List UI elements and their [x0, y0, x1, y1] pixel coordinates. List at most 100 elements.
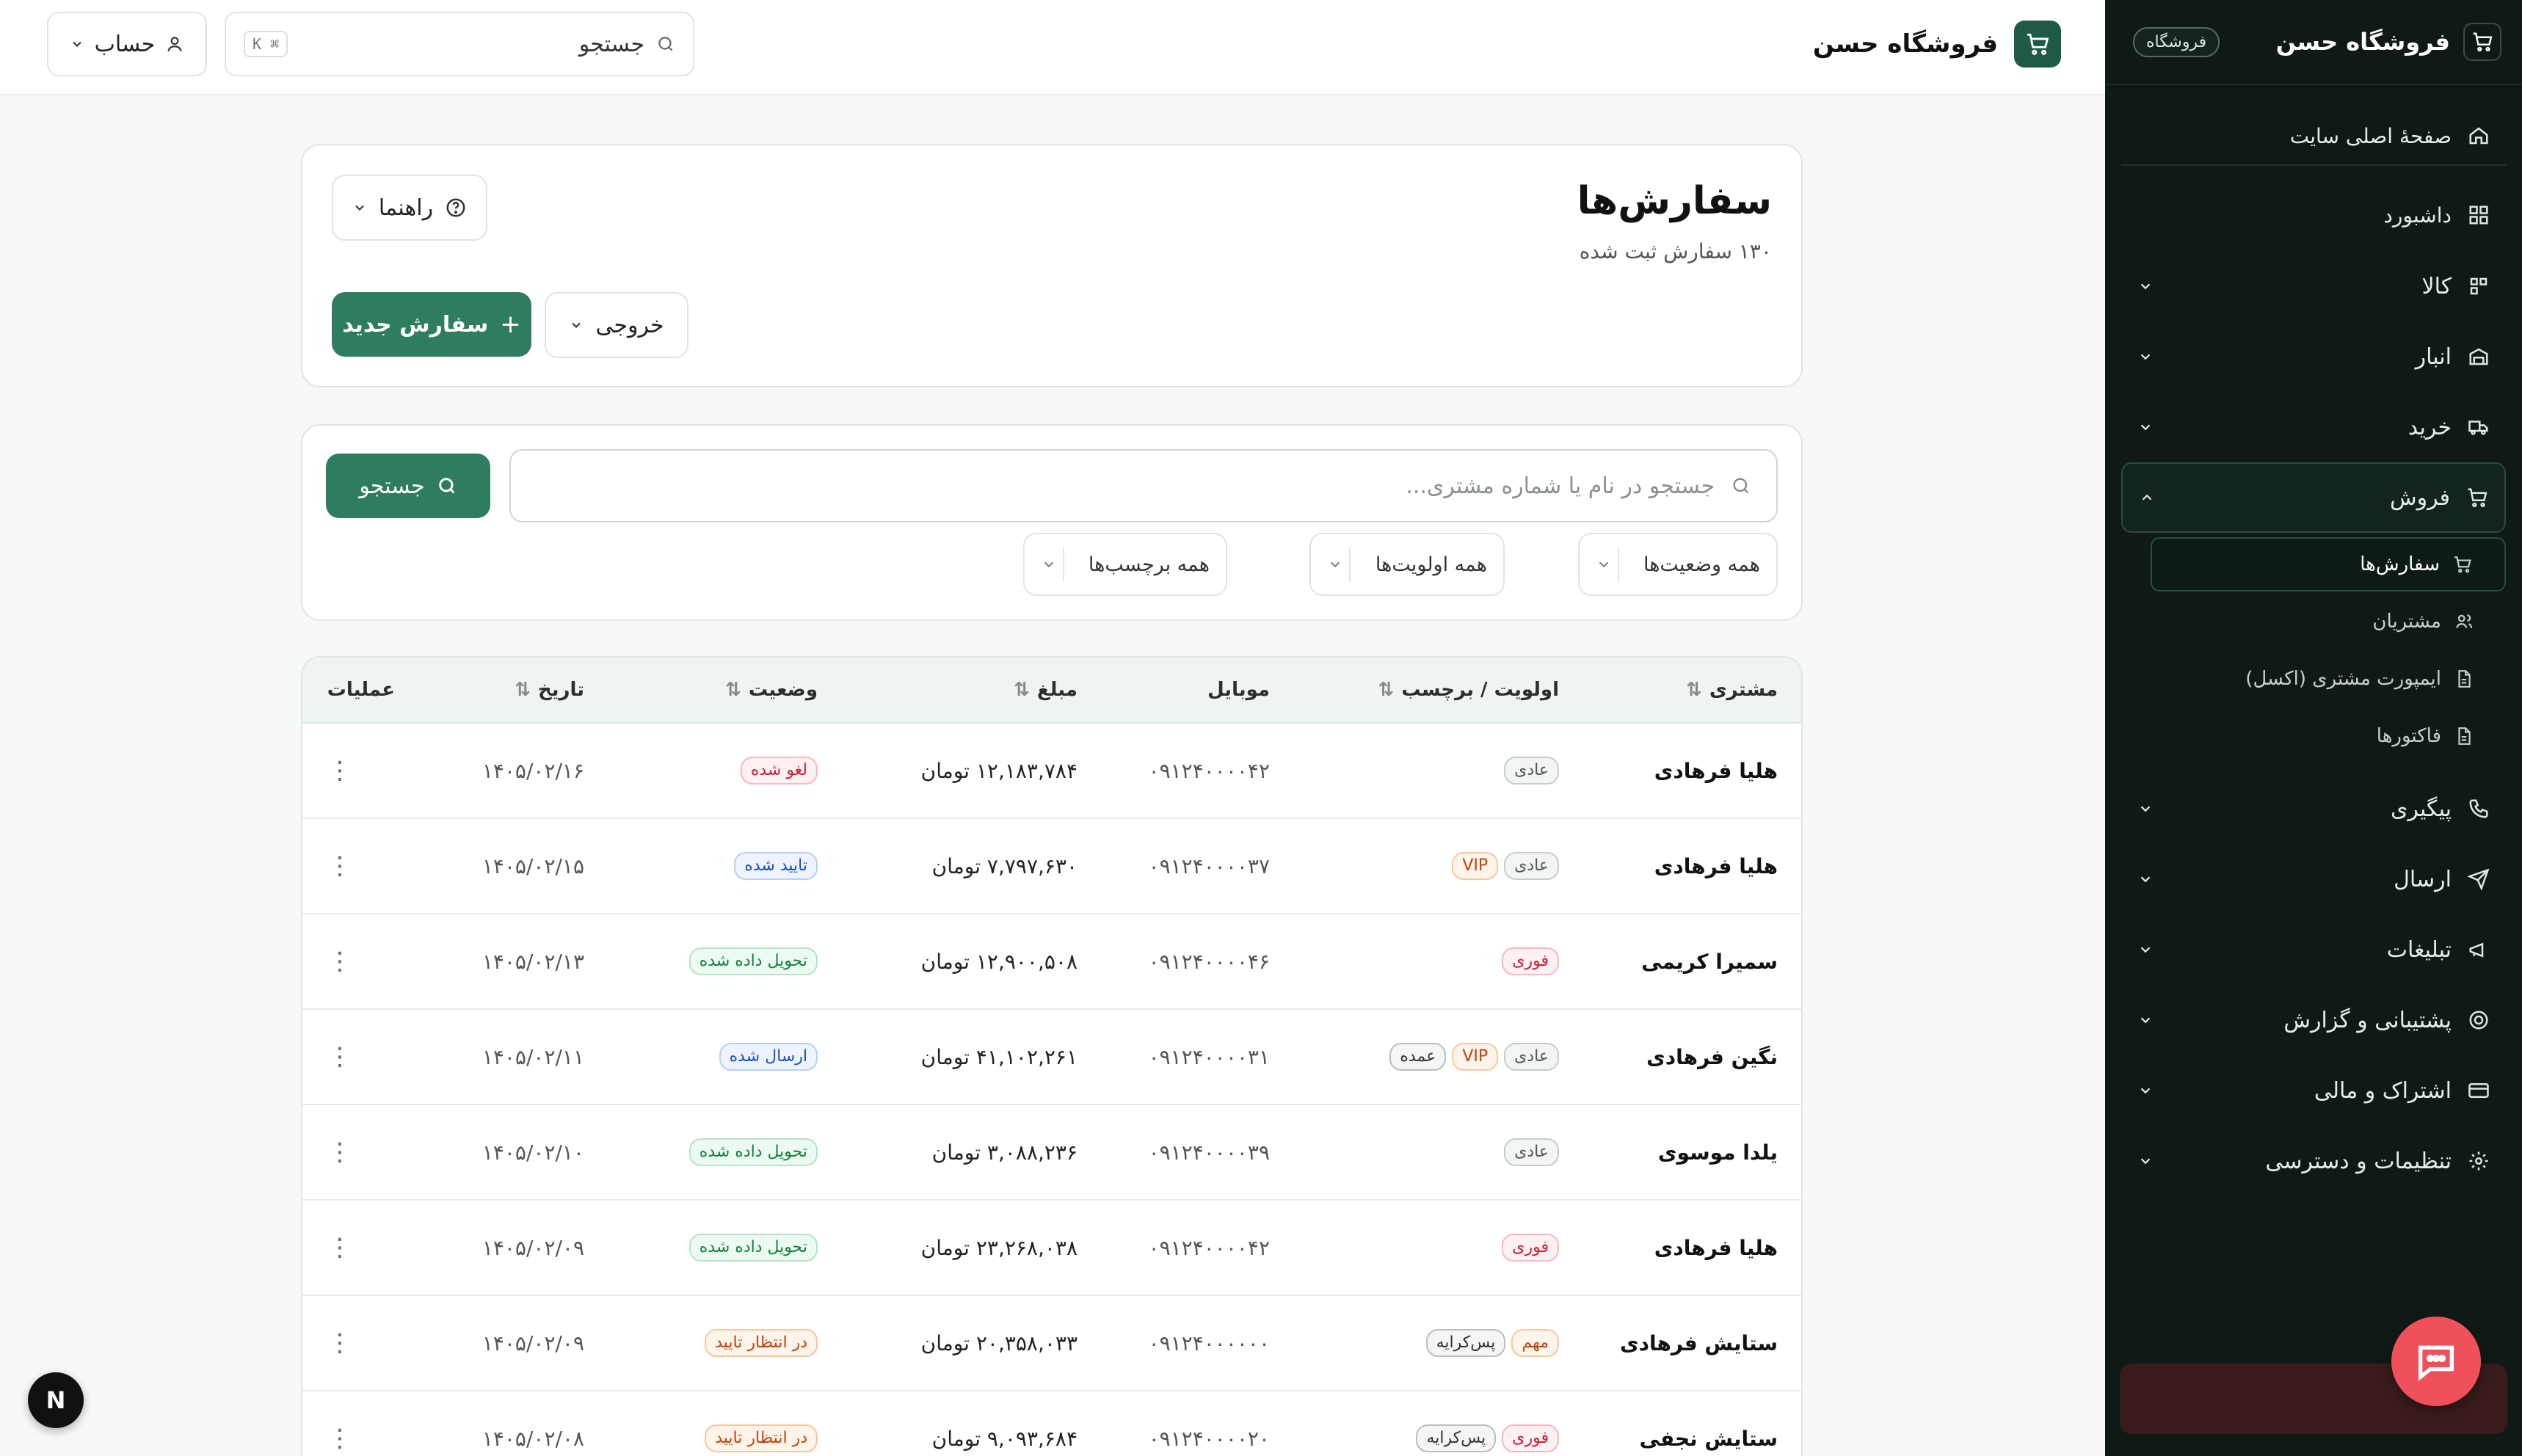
sidebar-brand[interactable]: فروشگاه حسن: [2276, 23, 2501, 61]
sidebar-item-dashboard[interactable]: داشبورد: [2121, 189, 2506, 241]
chevron-down-icon: [572, 322, 581, 328]
row-actions-menu-icon[interactable]: ⋮: [327, 1201, 352, 1295]
table-row[interactable]: نگین فرهادی عادی VIP عمده ۰۹۱۲۴۰۰۰۰۳۱ ۴۱,۱۰۲,…: [302, 1010, 1801, 1105]
sidebar-item-label: ارسال: [2394, 866, 2452, 892]
status-filter-label: همه وضعیت‌ها: [1643, 553, 1760, 576]
row-actions-menu-icon[interactable]: ⋮: [327, 819, 352, 913]
row-actions-menu-icon[interactable]: ⋮: [327, 724, 352, 818]
row-actions-menu-icon[interactable]: ⋮: [327, 1105, 352, 1199]
sidebar-item-home[interactable]: صفحهٔ اصلی سایت: [2121, 107, 2506, 166]
status-filter-select[interactable]: همه وضعیت‌ها: [1578, 533, 1778, 596]
table-row[interactable]: سمیرا کریمی فوری ۰۹۱۲۴۰۰۰۰۴۶ ۱۲,۹۰۰,۵۰۸ توم…: [302, 914, 1801, 1010]
cell-customer: هلیا فرهادی: [1654, 853, 1778, 878]
submenu-item-1[interactable]: مشتریان: [2121, 594, 2506, 649]
cell-mobile: ۰۹۱۲۴۰۰۰۰۳۱: [1148, 1044, 1270, 1069]
chevron-up-icon: [2142, 494, 2152, 500]
table-row[interactable]: هلیا فرهادی فوری ۰۹۱۲۴۰۰۰۰۴۲ ۲۳,۲۶۸,۰۳۸ توم…: [302, 1201, 1801, 1296]
sidebar-item-label: فروش: [2389, 484, 2450, 511]
new-order-button[interactable]: + سفارش جدید: [332, 292, 531, 357]
dashboard-icon: [2469, 205, 2488, 225]
submenu-item-2[interactable]: ایمپورت مشتری (اکسل): [2121, 652, 2506, 706]
sidebar-item-megaphone[interactable]: تبلیغات: [2121, 914, 2506, 985]
chevron-down-icon: [355, 205, 364, 211]
page-subtitle: ۱۳۰ سفارش ثبت شده: [1579, 239, 1772, 263]
search-button-label: جستجو: [359, 473, 425, 499]
chat-support-button[interactable]: [2391, 1317, 2481, 1406]
cell-status: تحویل داده شده: [688, 914, 818, 1008]
sidebar-item-lifebuoy[interactable]: پشتیبانی و گزارش: [2121, 985, 2506, 1055]
header-amount[interactable]: مبلغ ⇅: [1014, 658, 1078, 722]
sort-icon: ⇅: [1378, 679, 1395, 701]
table-row[interactable]: ستایش فرهادی مهم پس‌کرایه ۰۹۱۲۴۰۰۰۰۰۰ ۲۰,۳۵۸…: [302, 1296, 1801, 1391]
cell-date: ۱۴۰۵/۰۲/۰۸: [481, 1426, 584, 1451]
export-button[interactable]: خروجی: [545, 292, 688, 358]
warehouse-icon: [2469, 348, 2488, 365]
sidebar-item-label: کالا: [2421, 273, 2452, 299]
truck-icon: [2468, 421, 2488, 435]
search-button[interactable]: جستجو: [326, 454, 490, 518]
nextjs-devtools-button[interactable]: N: [28, 1372, 84, 1428]
cell-customer: ستایش فرهادی: [1619, 1331, 1778, 1355]
header-customer[interactable]: مشتری ⇅: [1686, 658, 1778, 722]
priority-filter-label: همه اولویت‌ها: [1375, 553, 1487, 576]
cell-amount: ۱۲,۹۰۰,۵۰۸ تومان: [920, 949, 1078, 974]
sidebar-item-send[interactable]: ارسال: [2121, 844, 2506, 914]
tags-filter-label: همه برچسب‌ها: [1088, 553, 1210, 576]
header-actions-label: عملیات: [327, 679, 395, 701]
sidebar-item-card[interactable]: اشتراک و مالی: [2121, 1055, 2506, 1126]
row-actions-menu-icon[interactable]: ⋮: [327, 914, 352, 1008]
cell-mobile: ۰۹۱۲۴۰۰۰۰۲۰: [1148, 1426, 1270, 1451]
table-row[interactable]: هلیا فرهادی عادی ۰۹۱۲۴۰۰۰۰۴۲ ۱۲,۱۸۳,۷۸۴ توم…: [302, 724, 1801, 819]
table-row[interactable]: هلیا فرهادی عادی VIP ۰۹۱۲۴۰۰۰۰۳۷ ۷,۷۹۷,۶۳۰ ت…: [302, 819, 1801, 914]
order-search-placeholder: جستجو در نام یا شماره مشتری...: [1406, 473, 1715, 499]
cell-amount: ۴۱,۱۰۲,۲۶۱ تومان: [920, 1044, 1078, 1069]
global-search-input[interactable]: جستجو ⌘ K: [225, 12, 694, 76]
submenu-item-3[interactable]: فاکتورها: [2121, 709, 2506, 763]
submenu-item-label: فاکتورها: [2376, 725, 2441, 747]
submenu-item-label: ایمپورت مشتری (اکسل): [2245, 668, 2441, 690]
cell-amount: ۲۳,۲۶۸,۰۳۸ تومان: [920, 1235, 1078, 1260]
sidebar-item-label: داشبورد: [2383, 203, 2452, 228]
sidebar-item-gear[interactable]: تنظیمات و دسترسی: [2121, 1126, 2506, 1196]
table-row[interactable]: یلدا موسوی عادی ۰۹۱۲۴۰۰۰۰۳۹ ۳,۰۸۸,۲۳۶ تومان…: [302, 1105, 1801, 1201]
table-row[interactable]: ستایش نجفی فوری پس‌کرایه ۰۹۱۲۴۰۰۰۰۲۰ ۹,۰۹۳,۶…: [302, 1391, 1801, 1456]
cell-priority: عادی: [1504, 724, 1559, 818]
cell-mobile: ۰۹۱۲۴۰۰۰۰۰۰: [1148, 1331, 1270, 1355]
cell-status: لغو شده: [740, 724, 818, 818]
cell-date: ۱۴۰۵/۰۲/۱۰: [481, 1140, 584, 1165]
tags-filter-select[interactable]: همه برچسب‌ها: [1023, 533, 1227, 596]
cell-date: ۱۴۰۵/۰۲/۱۳: [481, 949, 584, 974]
export-label: خروجی: [595, 312, 664, 338]
header-actions: عملیات: [327, 658, 395, 722]
cell-priority: عادی: [1504, 1105, 1559, 1199]
sidebar-item-phone[interactable]: پیگیری: [2121, 774, 2506, 844]
row-actions-menu-icon[interactable]: ⋮: [327, 1391, 352, 1456]
row-actions-menu-icon[interactable]: ⋮: [327, 1010, 352, 1104]
row-actions-menu-icon[interactable]: ⋮: [327, 1296, 352, 1390]
cell-customer: هلیا فرهادی: [1654, 758, 1778, 783]
topbar-brand[interactable]: فروشگاه حسن: [1813, 21, 2061, 68]
status-badge: لغو شده: [740, 757, 818, 785]
phone-icon: [2469, 799, 2488, 818]
sidebar-menu: کالا انبار خرید فروش سفارش‌ها مشتریان ایمپورت …: [2121, 251, 2506, 1196]
order-search-input[interactable]: جستجو در نام یا شماره مشتری...: [509, 449, 1778, 523]
header-status[interactable]: وضعیت ⇅: [725, 658, 818, 722]
header-priority[interactable]: اولویت / برچسب ⇅: [1378, 658, 1559, 722]
cell-mobile: ۰۹۱۲۴۰۰۰۰۴۶: [1148, 949, 1270, 974]
priority-tag: مهم: [1511, 1329, 1559, 1357]
sidebar-item-boxes[interactable]: کالا: [2121, 251, 2506, 321]
priority-filter-select[interactable]: همه اولویت‌ها: [1309, 533, 1505, 596]
cell-priority: عادی VIP عمده: [1389, 1010, 1559, 1104]
sidebar-item-cart[interactable]: فروش: [2121, 462, 2506, 533]
header-date[interactable]: تاریخ ⇅: [515, 658, 584, 722]
help-button[interactable]: راهنما: [332, 175, 487, 241]
sidebar-item-warehouse[interactable]: انبار: [2121, 321, 2506, 392]
top-bar: فروشگاه حسن جستجو ⌘ K حساب: [0, 0, 2105, 95]
chevron-down-icon: [2140, 876, 2151, 883]
sidebar-item-truck[interactable]: خرید: [2121, 392, 2506, 462]
chevron-down-icon: [2140, 354, 2151, 360]
submenu-item-0[interactable]: سفارش‌ها: [2151, 537, 2506, 592]
sidebar-item-label: تبلیغات: [2386, 936, 2452, 963]
status-badge: تحویل داده شده: [688, 1138, 818, 1166]
account-menu-button[interactable]: حساب: [47, 12, 207, 76]
